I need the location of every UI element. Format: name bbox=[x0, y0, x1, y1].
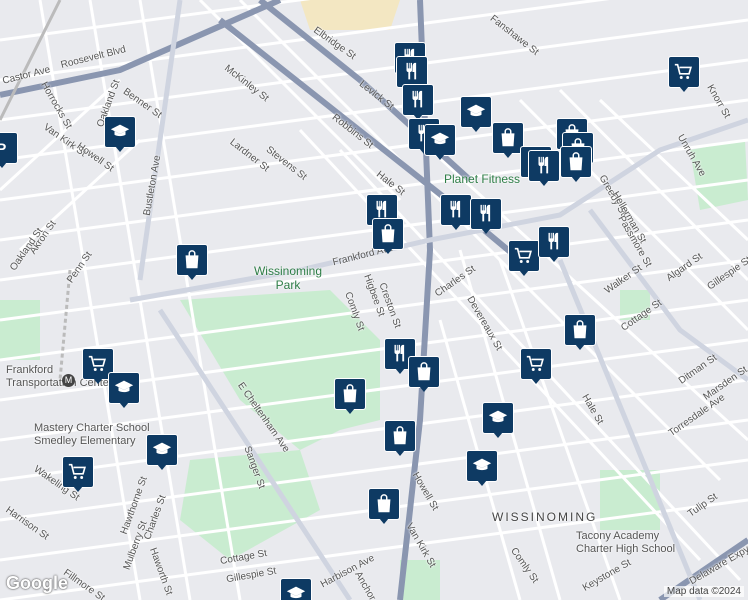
shop-icon bbox=[573, 320, 587, 339]
school-marker[interactable] bbox=[104, 116, 136, 154]
restaurant-marker[interactable] bbox=[528, 150, 560, 188]
shop-marker[interactable] bbox=[368, 488, 400, 526]
school-marker[interactable] bbox=[482, 402, 514, 440]
cart-icon bbox=[526, 355, 544, 371]
school-icon bbox=[114, 380, 134, 393]
shop-marker[interactable] bbox=[176, 244, 208, 282]
school-marker[interactable] bbox=[460, 96, 492, 134]
school-marker[interactable] bbox=[424, 124, 456, 162]
cart-marker[interactable] bbox=[62, 456, 94, 494]
school-icon bbox=[430, 132, 450, 145]
shop-marker[interactable] bbox=[372, 218, 404, 256]
parking-icon: P bbox=[0, 142, 7, 158]
restaurant-icon bbox=[406, 62, 417, 80]
transit-station-icon[interactable]: M bbox=[62, 374, 75, 387]
school-marker[interactable] bbox=[108, 372, 140, 410]
restaurant-marker[interactable] bbox=[538, 226, 570, 264]
school-icon bbox=[466, 104, 486, 117]
shop-marker[interactable] bbox=[334, 378, 366, 416]
school-marker[interactable] bbox=[146, 434, 178, 472]
shop-icon bbox=[381, 224, 395, 243]
school-icon bbox=[110, 124, 130, 137]
school-marker[interactable] bbox=[280, 578, 312, 600]
cart-marker[interactable] bbox=[520, 348, 552, 386]
svg-text:P: P bbox=[0, 142, 7, 158]
shop-icon bbox=[185, 250, 199, 269]
shop-icon bbox=[393, 426, 407, 445]
shop-marker[interactable] bbox=[408, 356, 440, 394]
restaurant-marker[interactable] bbox=[440, 194, 472, 232]
cart-marker[interactable] bbox=[668, 56, 700, 94]
shop-marker[interactable] bbox=[564, 314, 596, 352]
parking-marker[interactable]: P bbox=[0, 132, 18, 170]
school-icon bbox=[488, 410, 508, 423]
school-icon bbox=[152, 442, 172, 455]
shop-icon bbox=[501, 128, 515, 147]
shop-marker[interactable] bbox=[560, 146, 592, 184]
google-logo: Google bbox=[6, 573, 68, 593]
shop-icon bbox=[569, 152, 583, 171]
shop-marker[interactable] bbox=[384, 420, 416, 458]
map-attribution: Map data ©2024 bbox=[663, 586, 744, 597]
school-marker[interactable] bbox=[466, 450, 498, 488]
school-icon bbox=[286, 586, 306, 599]
cart-icon bbox=[68, 463, 86, 479]
restaurant-icon bbox=[480, 204, 491, 222]
restaurant-marker[interactable] bbox=[402, 84, 434, 122]
cart-icon bbox=[674, 63, 692, 79]
shop-icon bbox=[343, 384, 357, 403]
restaurant-marker[interactable] bbox=[470, 198, 502, 236]
restaurant-icon bbox=[538, 156, 549, 174]
shop-icon bbox=[417, 362, 431, 381]
school-icon bbox=[472, 458, 492, 471]
cart-marker[interactable] bbox=[508, 240, 540, 278]
restaurant-icon bbox=[412, 90, 423, 108]
cart-icon bbox=[514, 247, 532, 263]
shop-icon bbox=[377, 494, 391, 513]
restaurant-icon bbox=[548, 232, 559, 250]
restaurant-icon bbox=[450, 200, 461, 218]
map-canvas[interactable]: Roosevelt Blvd Castor Ave Elbridge St Fa… bbox=[0, 0, 748, 600]
cart-icon bbox=[88, 355, 106, 371]
